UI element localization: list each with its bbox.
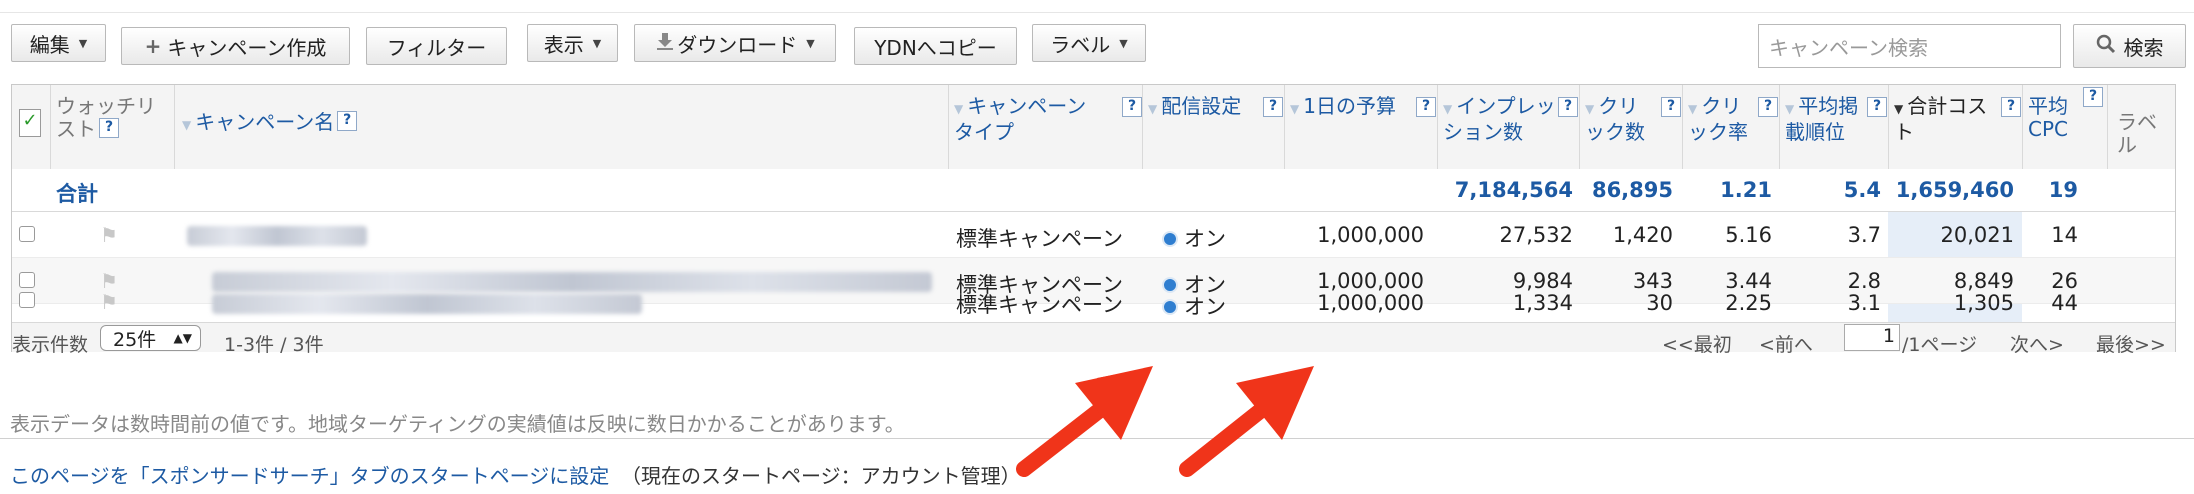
arrow-icon bbox=[1016, 366, 1153, 477]
annotation-arrows bbox=[1016, 366, 1314, 477]
arrow-icon bbox=[1179, 366, 1314, 477]
